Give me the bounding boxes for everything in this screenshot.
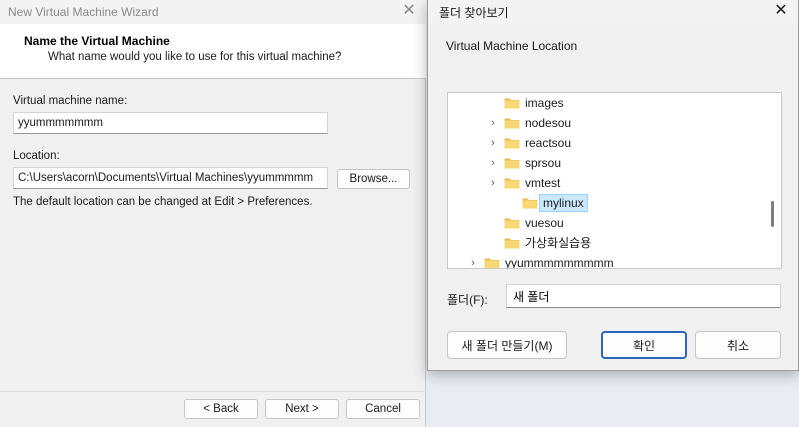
vm-name-input[interactable] xyxy=(13,112,328,134)
tree-item[interactable]: › reactsou xyxy=(486,133,575,153)
folder-icon xyxy=(522,198,538,209)
tree-item[interactable]: vuesou xyxy=(486,213,568,233)
chevron-right-icon[interactable]: › xyxy=(486,153,500,173)
folder-icon xyxy=(504,218,520,229)
chevron-right-icon[interactable]: › xyxy=(466,253,480,268)
vm-name-label: Virtual machine name: xyxy=(13,95,128,107)
folder-icon xyxy=(484,258,500,268)
new-folder-button[interactable]: 새 폴더 만들기(M) xyxy=(447,331,567,359)
tree-item-label: images xyxy=(525,96,564,110)
tree-item[interactable]: › sprsou xyxy=(486,153,565,173)
tree-scrollbar-thumb[interactable] xyxy=(771,201,774,227)
tree-item[interactable]: mylinux xyxy=(504,193,588,213)
chevron-right-icon[interactable]: › xyxy=(486,113,500,133)
new-vm-wizard-window: New Virtual Machine Wizard ✕ Name the Vi… xyxy=(0,0,426,427)
tree-item-label: vuesou xyxy=(525,216,564,230)
tree-item-label: 가상화실습용 xyxy=(525,236,592,250)
folder-dialog-close-icon[interactable]: ✕ xyxy=(772,2,790,20)
tree-item-label: vmtest xyxy=(525,176,561,190)
folder-dialog-description: Virtual Machine Location xyxy=(446,39,578,53)
wizard-titlebar: New Virtual Machine Wizard ✕ xyxy=(0,0,426,24)
chevron-right-icon[interactable]: › xyxy=(486,173,500,193)
back-button[interactable]: < Back xyxy=(184,399,258,419)
folder-dialog-title: 폴더 찾아보기 xyxy=(439,6,509,20)
folder-icon xyxy=(504,118,520,129)
wizard-footer-divider xyxy=(0,391,426,392)
tree-item[interactable]: 가상화실습용 xyxy=(486,233,595,253)
ok-button[interactable]: 확인 xyxy=(601,331,687,359)
tree-item[interactable]: › yyummmmmmmmm xyxy=(466,253,618,269)
folder-tree[interactable]: images › nodesou › reactsou › sprsou › vmtest myl… xyxy=(447,92,782,269)
folder-icon xyxy=(504,158,520,169)
location-input[interactable] xyxy=(13,167,328,189)
folder-icon xyxy=(504,138,520,149)
folder-cancel-button[interactable]: 취소 xyxy=(695,331,781,359)
next-button[interactable]: Next > xyxy=(265,399,339,419)
default-location-note: The default location can be changed at E… xyxy=(13,196,313,208)
tree-item-label: reactsou xyxy=(525,136,572,150)
tree-item[interactable]: › nodesou xyxy=(486,113,575,133)
wizard-step-title: Name the Virtual Machine xyxy=(24,34,170,48)
tree-item-label: mylinux xyxy=(539,194,588,212)
chevron-right-icon[interactable]: › xyxy=(486,133,500,153)
browse-button[interactable]: Browse... xyxy=(337,169,410,189)
tree-item[interactable]: › vmtest xyxy=(486,173,564,193)
tree-item-label: nodesou xyxy=(525,116,572,130)
folder-name-label: 폴더(F): xyxy=(447,293,488,307)
location-label: Location: xyxy=(13,150,60,162)
folder-dialog-titlebar: 폴더 찾아보기 ✕ xyxy=(428,0,798,24)
tree-item[interactable]: images xyxy=(486,93,568,113)
folder-icon xyxy=(504,238,520,249)
wizard-step-subtitle: What name would you like to use for this… xyxy=(48,51,342,63)
wizard-title: New Virtual Machine Wizard xyxy=(8,5,159,19)
wizard-close-icon[interactable]: ✕ xyxy=(400,2,418,20)
folder-icon xyxy=(504,178,520,189)
tree-item-label: yyummmmmmmmm xyxy=(505,256,614,269)
wizard-header: Name the Virtual Machine What name would… xyxy=(0,24,426,79)
folder-name-input[interactable] xyxy=(506,284,781,308)
folder-icon xyxy=(504,98,520,109)
wizard-cancel-button[interactable]: Cancel xyxy=(346,399,420,419)
browse-folder-dialog: 폴더 찾아보기 ✕ Virtual Machine Location image… xyxy=(427,0,799,371)
tree-item-label: sprsou xyxy=(525,156,562,170)
